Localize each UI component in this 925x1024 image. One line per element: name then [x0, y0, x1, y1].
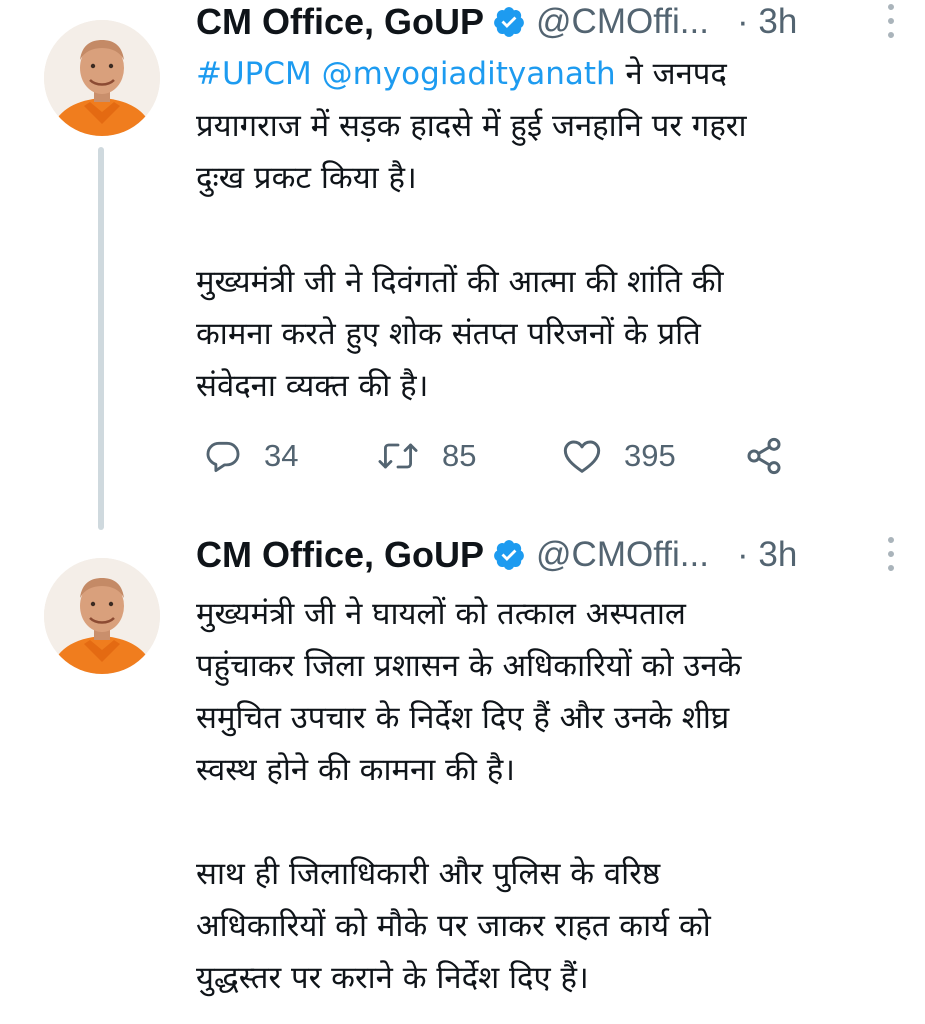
author-name[interactable]: CM Office, GoUP: [196, 534, 484, 576]
retweet-count: 85: [442, 438, 477, 473]
profile-photo: [44, 558, 160, 674]
retweet-icon: [378, 443, 418, 469]
tweet-text-line: मुख्यमंत्री जी ने दिवंगतों की आत्मा की श…: [196, 264, 724, 300]
like-count: 395: [624, 438, 676, 473]
tweet-text-line: कामना करते हुए शोक संतप्त परिजनों के प्र…: [196, 316, 701, 352]
more-options-icon[interactable]: [885, 535, 897, 573]
hashtag-link[interactable]: #UPCM: [196, 56, 312, 92]
author-name[interactable]: CM Office, GoUP: [196, 1, 484, 43]
tweet[interactable]: CM Office, GoUP @CMOffi... · 3h #UPCM @m…: [0, 0, 925, 530]
reply-icon: [206, 441, 240, 472]
tweet-header: CM Office, GoUP @CMOffi... · 3h: [196, 0, 895, 44]
tweet-text-line: स्वस्थ होने की कामना की है।: [196, 752, 516, 788]
author-handle[interactable]: @CMOffi...: [536, 2, 709, 42]
more-options-icon[interactable]: [885, 2, 897, 40]
reply-count: 34: [264, 438, 299, 473]
tweet-text: मुख्यमंत्री जी ने घायलों को तत्काल अस्पत…: [196, 588, 896, 1004]
tweet-text-line: अधिकारियों को मौके पर जाकर राहत कार्य को: [196, 908, 711, 944]
tweet[interactable]: CM Office, GoUP @CMOffi... · 3h मुख्यमंत…: [0, 530, 925, 1024]
verified-badge-icon: [492, 538, 526, 572]
profile-photo: [44, 20, 160, 136]
share-button[interactable]: [744, 432, 784, 480]
tweet-text-line: समुचित उपचार के निर्देश दिए हैं और उनके …: [196, 700, 730, 736]
tweet-text-line: युद्धस्तर पर कराने के निर्देश दिए हैं।: [196, 960, 589, 996]
retweet-button[interactable]: 85: [376, 432, 476, 480]
avatar[interactable]: [44, 20, 160, 136]
tweet-actions: 34 85 395: [196, 432, 816, 480]
thread-connector: [98, 147, 104, 530]
tweet-text-line: दुःख प्रकट किया है।: [196, 160, 417, 196]
tweet-text-line: #UPCM @myogiadityanath ने जनपद: [196, 48, 896, 100]
like-button[interactable]: 395: [562, 432, 676, 480]
reply-button[interactable]: 34: [204, 432, 298, 480]
tweet-text-line: प्रयागराज में सड़क हादसे में हुई जनहानि …: [196, 108, 747, 144]
timestamp[interactable]: · 3h: [737, 2, 797, 42]
tweet-text-line: मुख्यमंत्री जी ने घायलों को तत्काल अस्पत…: [196, 596, 686, 632]
tweet-header: CM Office, GoUP @CMOffi... · 3h: [196, 533, 895, 577]
tweet-text: #UPCM @myogiadityanath ने जनपद प्रयागराज…: [196, 48, 896, 412]
tweet-text-line: साथ ही जिलाधिकारी और पुलिस के वरिष्ठ: [196, 856, 661, 892]
tweet-text-line: पहुंचाकर जिला प्रशासन के अधिकारियों को उ…: [196, 648, 742, 684]
heart-icon: [563, 440, 601, 473]
tweet-text-line: संवेदना व्यक्त की है।: [196, 368, 429, 404]
share-icon: [747, 437, 781, 475]
avatar[interactable]: [44, 558, 160, 674]
timestamp[interactable]: · 3h: [737, 535, 797, 575]
verified-badge-icon: [492, 5, 526, 39]
tweet-text-segment: ने जनपद: [615, 56, 727, 92]
mention-link[interactable]: @myogiadityanath: [322, 56, 616, 92]
author-handle[interactable]: @CMOffi...: [536, 535, 709, 575]
